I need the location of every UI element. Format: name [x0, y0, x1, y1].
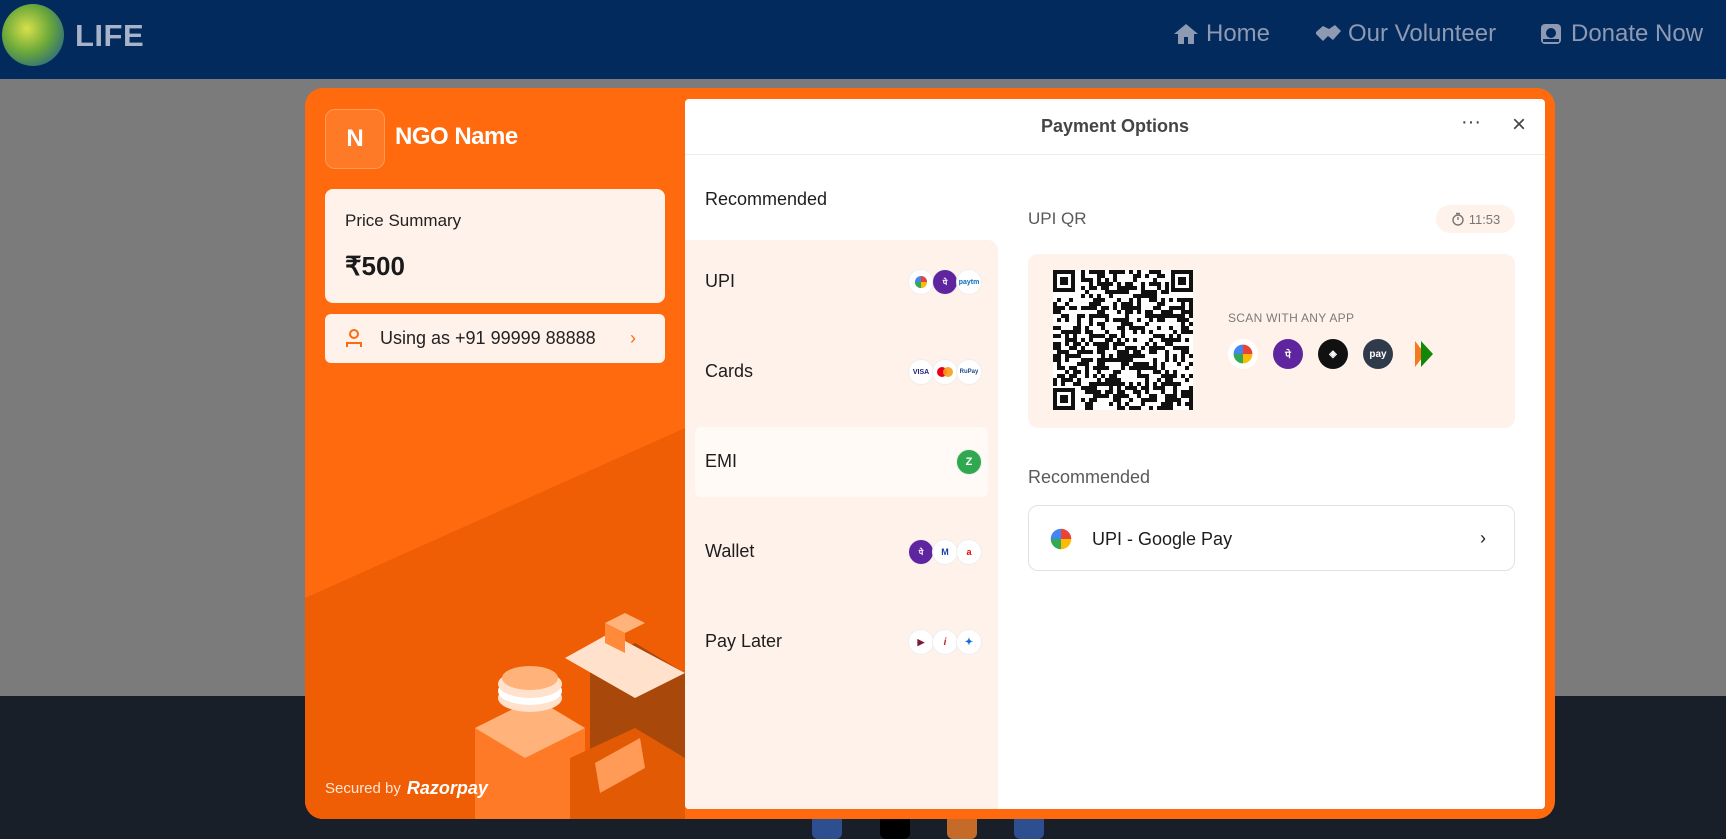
method-cards[interactable]: Cards VISA RuPay [685, 337, 998, 407]
visa-icon: VISA [908, 359, 934, 385]
method-cards-label: Cards [705, 361, 754, 381]
scan-with-any-app-text: SCAN WITH ANY APP [1228, 311, 1355, 325]
coins-buildings-illustration [475, 613, 685, 819]
chevron-right-icon: › [630, 328, 636, 348]
nav-home[interactable]: Home [1172, 20, 1270, 48]
nav-volunteer-label: Our Volunteer [1348, 20, 1497, 47]
nav-home-label: Home [1206, 20, 1271, 47]
panel-header: Payment Options ··· × [685, 99, 1545, 155]
checkout-modal: N NGO Name Price Summary ₹500 Using as +… [305, 88, 1555, 819]
method-pay-later[interactable]: Pay Later ▶ i ✦ [685, 607, 998, 677]
life-logo-icon[interactable] [2, 4, 64, 66]
rupay-icon: RuPay [956, 359, 982, 385]
upi-qr-section: UPI QR 11:53 SCAN WITH ANY APP पे ◈ pay … [1028, 155, 1515, 809]
gpay-icon [1050, 528, 1072, 550]
gpay-icon [908, 269, 934, 295]
upi-qr-card: SCAN WITH ANY APP पे ◈ pay [1028, 254, 1515, 428]
mastercard-icon [932, 359, 958, 385]
close-icon[interactable]: × [1507, 113, 1531, 137]
brand-avatar: N [325, 109, 385, 169]
top-navbar: LIFE Home Our Volunteer Donate Now [0, 0, 1726, 79]
cred-icon: ◈ [1318, 339, 1348, 369]
upi-google-pay-option[interactable]: UPI - Google Pay › [1028, 505, 1515, 571]
secured-by-razorpay: Secured by Razorpay [325, 778, 488, 799]
chevron-right-icon: › [1480, 528, 1486, 548]
qr-timer-value: 11:53 [1468, 211, 1501, 227]
nav-donate-label: Donate Now [1571, 20, 1704, 47]
methods-heading: Recommended [705, 189, 828, 209]
razorpay-logo: Razorpay [406, 778, 488, 798]
more-options-icon[interactable]: ··· [1459, 112, 1483, 139]
method-cards-icons: VISA RuPay [908, 359, 982, 385]
method-upi-label: UPI [705, 271, 736, 291]
upi-google-pay-label: UPI - Google Pay [1092, 529, 1233, 549]
payment-methods-column: Recommended UPI पे paytm Cards VISA RuPa… [685, 155, 998, 809]
method-wallet-label: Wallet [705, 541, 755, 561]
method-emi[interactable]: EMI Z [695, 427, 988, 497]
gpay-icon [1228, 339, 1258, 369]
stopwatch-icon [1452, 212, 1464, 226]
icici-icon: i [932, 629, 958, 655]
logo-text[interactable]: LIFE [75, 18, 144, 54]
brand-name: NGO Name [395, 123, 518, 150]
method-upi-icons: पे paytm [908, 269, 982, 295]
donate-icon [1541, 24, 1561, 44]
method-pay-later-label: Pay Later [705, 631, 783, 651]
user-contact-text: Using as +91 99999 88888 [380, 328, 596, 348]
method-emi-icons: Z [956, 449, 982, 475]
home-icon [1174, 24, 1198, 44]
secured-by-text: Secured by [325, 780, 401, 797]
paytm-icon: paytm [956, 269, 982, 295]
method-wallet-icons: पे M a [908, 539, 982, 565]
method-upi[interactable]: UPI पे paytm [685, 247, 998, 317]
phonepe-icon: पे [932, 269, 958, 295]
amazonpay-icon: pay [1363, 339, 1393, 369]
lazypay-icon: ▶ [908, 629, 934, 655]
upi-qr-heading: UPI QR [1028, 209, 1087, 228]
method-emi-label: EMI [705, 451, 738, 471]
zest-icon: Z [956, 449, 982, 475]
payment-methods-list: UPI पे paytm Cards VISA RuPay EMI Z Wall… [685, 240, 998, 809]
price-summary-card: Price Summary ₹500 [325, 189, 665, 303]
price-value: ₹500 [345, 251, 405, 281]
upi-app-icons: पे ◈ pay [1228, 339, 1438, 369]
phonepe-icon: पे [1273, 339, 1303, 369]
user-contact-button[interactable]: Using as +91 99999 88888 › [325, 314, 665, 363]
airtel-icon: a [956, 539, 982, 565]
qr-timer: 11:53 [1436, 205, 1515, 233]
user-icon [346, 329, 362, 347]
qr-code-icon[interactable] [1053, 270, 1193, 410]
method-wallet[interactable]: Wallet पे M a [685, 517, 998, 587]
panel-title: Payment Options [1040, 116, 1190, 136]
method-pay-later-icons: ▶ i ✦ [908, 629, 982, 655]
bhim-icon [1408, 339, 1438, 369]
recommended-heading: Recommended [1028, 467, 1151, 487]
mobikwik-icon: M [932, 539, 958, 565]
payment-options-panel: Payment Options ··· × Recommended UPI पे… [685, 99, 1545, 809]
nav-volunteer[interactable]: Our Volunteer [1314, 20, 1496, 48]
nav-donate[interactable]: Donate Now [1537, 20, 1703, 48]
price-summary-label: Price Summary [345, 211, 462, 230]
handshake-icon [1316, 25, 1341, 41]
phonepe-icon: पे [908, 539, 934, 565]
simpl-icon: ✦ [956, 629, 982, 655]
